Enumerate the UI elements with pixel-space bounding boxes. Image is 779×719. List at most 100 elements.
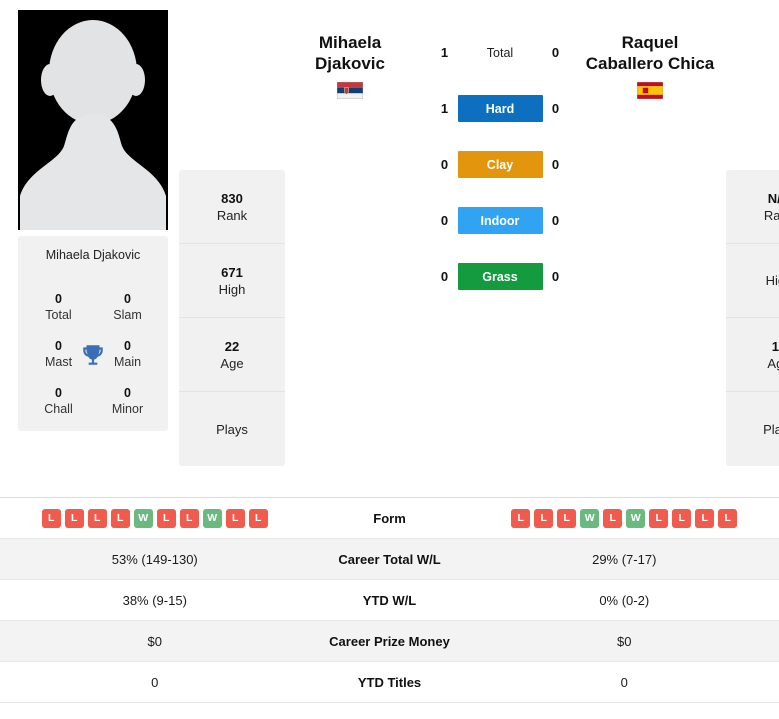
- left-trophy-minor: 0 Minor: [93, 386, 162, 417]
- surface-row-total: 1 Total 0: [415, 36, 585, 69]
- right-high-cell: High: [726, 244, 779, 318]
- center-column: Mihaela Djakovic 1 Total 0 1 Hard 0 0 Cl…: [285, 10, 715, 293]
- left-rank-card: 830 Rank 671 High 22 Age Plays: [179, 170, 285, 466]
- right-player-last-name: Caballero Chica: [585, 54, 715, 73]
- left-rank-value: 830: [221, 190, 243, 206]
- surface-row-grass: 0 Grass 0: [415, 260, 585, 293]
- left-rank-label: Rank: [216, 207, 248, 223]
- right-form-badge: L: [649, 508, 669, 528]
- left-rank-column: 830 Rank 671 High 22 Age Plays: [179, 10, 285, 466]
- right-form-badge: L: [557, 508, 577, 528]
- left-age-value: 22: [224, 338, 240, 354]
- right-plays-label: Plays: [763, 421, 779, 437]
- right-rank-column: N/A Rank High 19 Age Plays: [726, 10, 779, 466]
- left-trophy-slam: 0 Slam: [93, 292, 162, 323]
- left-trophy-slam-label: Slam: [113, 308, 142, 322]
- left-form-badge: L: [64, 508, 84, 528]
- stats-table: LLLLWLLWLL Form LLLWLWLLLL 53% (149-130)…: [0, 497, 779, 703]
- right-form-badge: L: [511, 508, 531, 528]
- left-trophy-total-value: 0: [55, 292, 62, 306]
- left-trophy-chall: 0 Chall: [24, 386, 93, 417]
- stats-row-ytd-titles: 0 YTD Titles 0: [0, 662, 779, 703]
- left-career-prize-money-value: $0: [147, 633, 162, 649]
- right-plays-cell: Plays: [726, 392, 779, 466]
- left-player-avatar: [18, 10, 168, 230]
- left-form-badge: L: [225, 508, 245, 528]
- right-form-badge: L: [672, 508, 692, 528]
- left-age-cell: 22 Age: [179, 318, 285, 392]
- right-rank-card: N/A Rank High 19 Age Plays: [726, 170, 779, 466]
- right-ytd-wl-value: 0% (0-2): [599, 592, 650, 608]
- stats-row-career-wl-label: Career Total W/L: [338, 551, 441, 567]
- right-career-prize-money-value: $0: [617, 633, 632, 649]
- right-form-badges: LLLWLWLLLL: [470, 508, 779, 528]
- left-plays-cell: Plays: [179, 392, 285, 466]
- right-age-cell: 19 Age: [726, 318, 779, 392]
- right-age-value: 19: [771, 338, 779, 354]
- left-trophy-card-name: Mihaela Djakovic: [45, 248, 141, 262]
- right-career-wl-value: 29% (7-17): [592, 551, 657, 567]
- surface-hard-right-score: 0: [551, 101, 560, 116]
- surface-grass-bar[interactable]: Grass: [457, 263, 543, 290]
- left-form-badges: LLLLWLLWLL: [0, 508, 310, 528]
- surface-breakdown: 1 Total 0 1 Hard 0 0 Clay 0 0 Indoor 0 0…: [415, 32, 585, 293]
- left-high-cell: 671 High: [179, 244, 285, 318]
- right-form-badge: W: [626, 508, 646, 528]
- left-player-last-name: Djakovic: [315, 54, 385, 73]
- surface-indoor-left-score: 0: [440, 213, 449, 228]
- stats-row-career-wl: 53% (149-130) Career Total W/L 29% (7-17…: [0, 539, 779, 580]
- surface-indoor-right-score: 0: [551, 213, 560, 228]
- left-trophy-total-label: Total: [45, 308, 72, 322]
- surface-hard-bar[interactable]: Hard: [457, 95, 543, 122]
- surface-clay-left-score: 0: [440, 157, 449, 172]
- right-player-first-name: Raquel: [621, 33, 679, 52]
- stats-row-form-label: Form: [373, 510, 406, 526]
- serbia-flag-icon: [336, 81, 364, 100]
- stats-row-ytd-wl-label: YTD W/L: [362, 592, 417, 608]
- left-trophy-slam-value: 0: [124, 292, 131, 306]
- left-trophy-grid: 0 Total 0 Slam 0 Mast 0 Main 0 Chall 0 M…: [24, 292, 162, 417]
- right-player-name-block: Raquel Caballero Chica: [585, 32, 715, 293]
- right-rank-label: Rank: [763, 207, 779, 223]
- player-comparison-page: Mihaela Djakovic 0 Total 0 Slam 0 Mast 0…: [0, 0, 779, 719]
- left-trophy-chall-label: Chall: [44, 402, 73, 416]
- left-trophy-minor-value: 0: [124, 386, 131, 400]
- stats-row-form: LLLLWLLWLL Form LLLWLWLLLL: [0, 498, 779, 539]
- left-career-wl-value: 53% (149-130): [111, 551, 198, 567]
- surface-total-right-score: 0: [551, 45, 560, 60]
- surface-grass-right-score: 0: [551, 269, 560, 284]
- left-trophy-chall-value: 0: [55, 386, 62, 400]
- right-form-badge: L: [534, 508, 554, 528]
- surface-clay-bar[interactable]: Clay: [457, 151, 543, 178]
- right-form-badge: L: [695, 508, 715, 528]
- surface-total-label: Total: [486, 45, 514, 60]
- right-rank-cell: N/A Rank: [726, 170, 779, 244]
- stats-row-ytd-wl: 38% (9-15) YTD W/L 0% (0-2): [0, 580, 779, 621]
- surface-row-indoor: 0 Indoor 0: [415, 204, 585, 237]
- left-player-name-block: Mihaela Djakovic: [285, 32, 415, 293]
- left-age-label: Age: [220, 355, 244, 371]
- left-form-badge: W: [133, 508, 153, 528]
- left-form-badge: L: [41, 508, 61, 528]
- spain-flag-icon: [636, 81, 664, 100]
- surface-grass-left-score: 0: [440, 269, 449, 284]
- left-player-first-name: Mihaela: [318, 33, 382, 52]
- stats-row-career-prize-money-label: Career Prize Money: [329, 633, 450, 649]
- right-form-badge: W: [580, 508, 600, 528]
- right-form-badge: L: [718, 508, 738, 528]
- right-rank-value: N/A: [767, 190, 779, 206]
- right-form-badge: L: [603, 508, 623, 528]
- left-ytd-titles-value: 0: [151, 674, 159, 690]
- comparison-header: Mihaela Djakovic 0 Total 0 Slam 0 Mast 0…: [0, 0, 779, 497]
- left-trophy-card: Mihaela Djakovic 0 Total 0 Slam 0 Mast 0…: [18, 236, 168, 431]
- surface-total-left-score: 1: [440, 45, 449, 60]
- surface-indoor-bar[interactable]: Indoor: [457, 207, 543, 234]
- left-form-badge: L: [156, 508, 176, 528]
- left-form-badge: L: [179, 508, 199, 528]
- left-plays-label: Plays: [216, 421, 248, 437]
- right-ytd-titles-value: 0: [620, 674, 628, 690]
- left-ytd-wl-value: 38% (9-15): [122, 592, 187, 608]
- left-form-badge: L: [248, 508, 268, 528]
- trophy-icon: [80, 342, 106, 368]
- left-rank-cell: 830 Rank: [179, 170, 285, 244]
